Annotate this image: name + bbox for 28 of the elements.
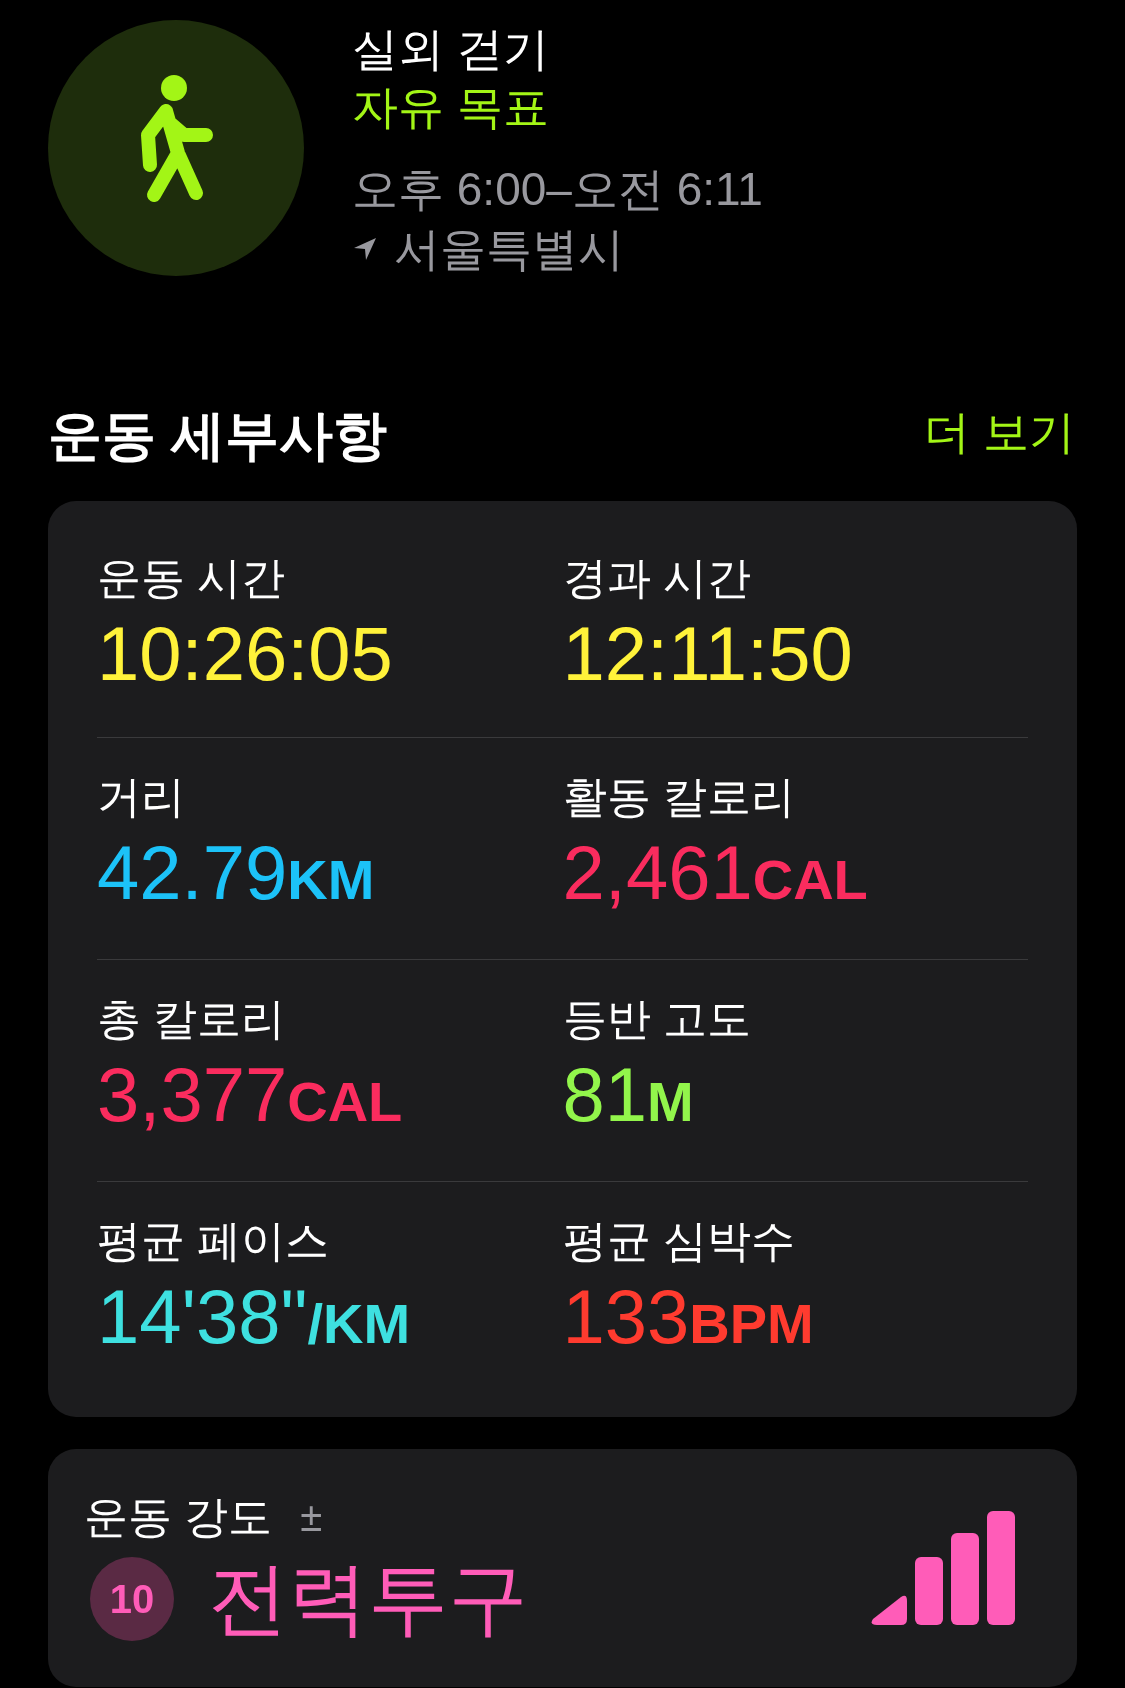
effort-name: 전력투구 (208, 1553, 528, 1645)
metric-value: 2,461CAL (562, 829, 869, 917)
metric-label: 경과 시간 (562, 552, 752, 604)
workout-goal: 자유 목표 (352, 80, 550, 135)
location-arrow-icon (352, 236, 378, 262)
more-link[interactable]: 더 보기 (924, 398, 1075, 467)
workout-time: 오후 6:00–오전 6:11 (352, 162, 763, 217)
metric-label: 거리 (97, 771, 186, 823)
section-title: 운동 세부사항 (48, 404, 387, 467)
effort-score: 10 (90, 1557, 174, 1641)
metric-value: 3,377CAL (97, 1051, 404, 1139)
metric-value: 10:26:05 (97, 610, 394, 698)
metric-label: 등반 고도 (562, 993, 752, 1045)
metric-label: 운동 시간 (97, 552, 287, 604)
metric-label: 총 칼로리 (97, 993, 287, 1045)
metric-label: 평균 페이스 (97, 1215, 331, 1267)
metric-label: 평균 심박수 (562, 1215, 796, 1267)
workout-title: 실외 걷기 (352, 22, 550, 77)
adjust-button[interactable]: ± (300, 1492, 323, 1542)
metric-value: 14'38"/KM (97, 1273, 412, 1361)
effort-label: 운동 강도 (84, 1491, 273, 1543)
effort-bars-icon (871, 1511, 1017, 1625)
metric-value: 42.79KM (97, 829, 376, 917)
workout-location: 서울특별시 (394, 222, 624, 277)
metric-label: 활동 칼로리 (562, 771, 796, 823)
metric-value: 81M (562, 1051, 695, 1139)
metric-value: 12:11:50 (562, 610, 854, 698)
metric-value: 133BPM (562, 1273, 815, 1361)
